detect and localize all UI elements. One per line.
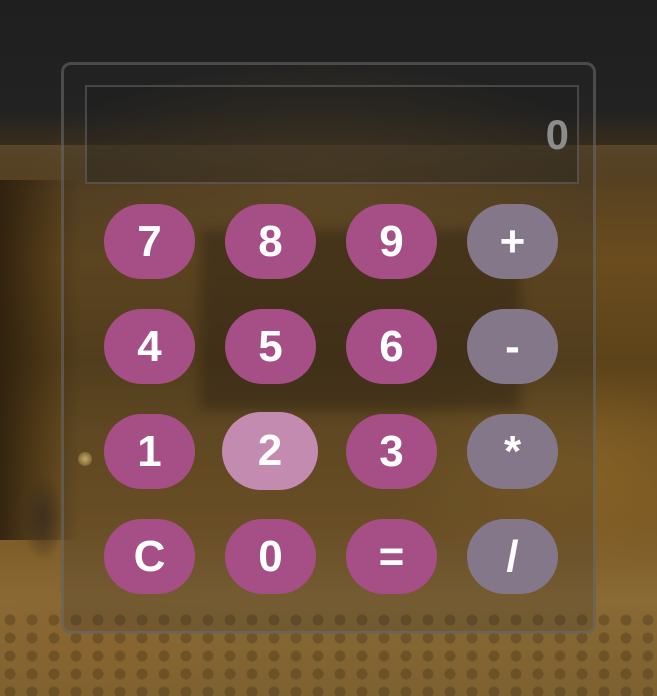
key-3[interactable]: 3 — [346, 414, 437, 489]
display-value: 0 — [545, 110, 569, 158]
calculator-panel: 0 7 8 9 + 4 5 6 - 1 2 3 * C 0 = / — [61, 62, 596, 634]
key-5[interactable]: 5 — [225, 309, 316, 384]
key-plus[interactable]: + — [467, 204, 558, 279]
key-1[interactable]: 1 — [104, 414, 195, 489]
key-4[interactable]: 4 — [104, 309, 195, 384]
key-9[interactable]: 9 — [346, 204, 437, 279]
calculator-display: 0 — [85, 85, 579, 184]
key-clear[interactable]: C — [104, 519, 195, 594]
key-multiply[interactable]: * — [467, 414, 558, 489]
key-0[interactable]: 0 — [225, 519, 316, 594]
key-8[interactable]: 8 — [225, 204, 316, 279]
key-divide[interactable]: / — [467, 519, 558, 594]
key-equals[interactable]: = — [346, 519, 437, 594]
key-2[interactable]: 2 — [222, 412, 318, 490]
key-minus[interactable]: - — [467, 309, 558, 384]
key-6[interactable]: 6 — [346, 309, 437, 384]
background-figure — [20, 472, 66, 562]
key-7[interactable]: 7 — [104, 204, 195, 279]
